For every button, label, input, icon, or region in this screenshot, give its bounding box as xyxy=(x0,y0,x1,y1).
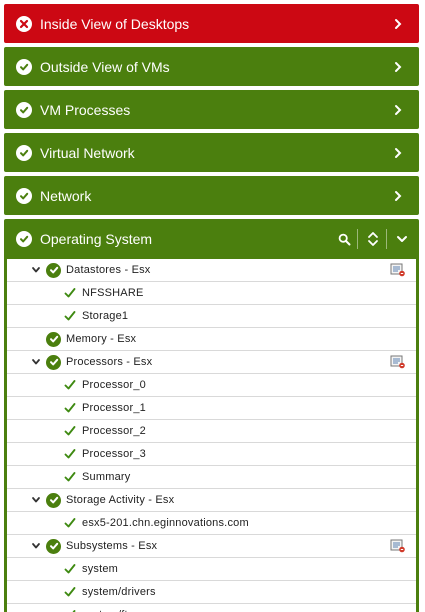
tree-row-label: Processor_2 xyxy=(82,425,146,437)
tree-row-descriptor[interactable]: system xyxy=(7,558,416,581)
tree-row-label: system/drivers xyxy=(82,586,156,598)
section-title: VM Processes xyxy=(40,101,131,118)
section-header-network[interactable]: Network xyxy=(4,176,419,215)
toolbar-divider xyxy=(357,229,358,249)
tree-row-descriptor[interactable]: Summary xyxy=(7,466,416,489)
expand-chevron-icon[interactable] xyxy=(31,541,41,551)
tree-row-label: system xyxy=(82,563,119,575)
sort-icon[interactable] xyxy=(364,228,382,250)
section-title: Outside View of VMs xyxy=(40,58,170,75)
tree-row-label: NFSSHARE xyxy=(82,287,144,299)
section-title: Network xyxy=(40,187,92,204)
section-header-inside-view-of-desktops[interactable]: Inside View of Desktops xyxy=(4,4,419,43)
section-header-vm-processes[interactable]: VM Processes xyxy=(4,90,419,129)
ok-icon xyxy=(16,58,32,75)
expand-chevron-icon[interactable] xyxy=(31,495,41,505)
check-icon xyxy=(64,472,76,482)
collapse-chevron-icon[interactable] xyxy=(393,228,411,250)
check-icon xyxy=(64,288,76,298)
tree-row-descriptor[interactable]: NFSSHARE xyxy=(7,282,416,305)
tree-row-label: Storage Activity - Esx xyxy=(66,494,175,506)
tree-row-test[interactable]: Memory - Esx xyxy=(7,328,416,351)
report-icon[interactable] xyxy=(390,355,406,369)
error-icon xyxy=(16,15,32,32)
ok-icon xyxy=(16,101,32,118)
tree-row-descriptor[interactable]: Storage1 xyxy=(7,305,416,328)
report-icon[interactable] xyxy=(390,539,406,553)
ok-icon xyxy=(16,231,32,247)
tree-row-label: Storage1 xyxy=(82,310,129,322)
check-icon xyxy=(64,311,76,321)
check-icon xyxy=(64,403,76,413)
tree-row-descriptor[interactable]: Processor_3 xyxy=(7,443,416,466)
tree-row-test[interactable]: Datastores - Esx xyxy=(7,259,416,282)
tree-row-label: Subsystems - Esx xyxy=(66,540,158,552)
chevron-right-icon xyxy=(395,190,402,201)
check-icon xyxy=(64,564,76,574)
tree-row-descriptor[interactable]: system/ft xyxy=(7,604,416,612)
chevron-right-icon xyxy=(395,147,402,158)
section-header-outside-view-of-vms[interactable]: Outside View of VMs xyxy=(4,47,419,86)
section-toolbar xyxy=(329,228,411,250)
section-header-virtual-network[interactable]: Virtual Network xyxy=(4,133,419,172)
tree-row-test[interactable]: Subsystems - Esx xyxy=(7,535,416,558)
ok-status-icon xyxy=(46,492,61,508)
tree-row-label: Memory - Esx xyxy=(66,333,137,345)
tree-row-descriptor[interactable]: Processor_1 xyxy=(7,397,416,420)
section-header-operating-system[interactable]: Operating System xyxy=(4,219,419,259)
check-icon xyxy=(64,518,76,528)
tree-row-label: Summary xyxy=(82,471,131,483)
ok-status-icon xyxy=(46,331,61,347)
report-icon[interactable] xyxy=(390,263,406,277)
tree-row-label: Datastores - Esx xyxy=(66,264,151,276)
chevron-right-icon xyxy=(395,104,402,115)
chevron-right-icon xyxy=(395,61,402,72)
ok-status-icon xyxy=(46,354,61,370)
section-panel-operating-system: Operating System Datastores - Esx NFSSHAR… xyxy=(4,219,419,612)
component-tree: Datastores - Esx NFSSHARE Storage1 Memory -… xyxy=(7,259,416,612)
ok-icon xyxy=(16,144,32,161)
tree-row-label: Processor_3 xyxy=(82,448,146,460)
chevron-right-icon xyxy=(395,18,402,29)
tree-row-descriptor[interactable]: Processor_2 xyxy=(7,420,416,443)
tree-row-descriptor[interactable]: esx5-201.chn.eginnovations.com xyxy=(7,512,416,535)
tree-row-test[interactable]: Processors - Esx xyxy=(7,351,416,374)
tree-row-label: Processor_0 xyxy=(82,379,146,391)
check-icon xyxy=(64,587,76,597)
check-icon xyxy=(64,426,76,436)
section-title: Operating System xyxy=(40,231,153,247)
section-title: Inside View of Desktops xyxy=(40,15,190,32)
toolbar-divider xyxy=(386,229,387,249)
tree-row-label: Processors - Esx xyxy=(66,356,153,368)
tree-row-label: Processor_1 xyxy=(82,402,146,414)
tree-row-test[interactable]: Storage Activity - Esx xyxy=(7,489,416,512)
expand-chevron-icon[interactable] xyxy=(31,357,41,367)
check-icon xyxy=(64,449,76,459)
ok-status-icon xyxy=(46,538,61,554)
tree-row-label: esx5-201.chn.eginnovations.com xyxy=(82,517,249,529)
expand-chevron-icon[interactable] xyxy=(31,265,41,275)
check-icon xyxy=(64,380,76,390)
tree-row-descriptor[interactable]: system/drivers xyxy=(7,581,416,604)
search-icon[interactable] xyxy=(335,228,353,250)
tree-row-descriptor[interactable]: Processor_0 xyxy=(7,374,416,397)
section-title: Virtual Network xyxy=(40,144,135,161)
ok-icon xyxy=(16,187,32,204)
ok-status-icon xyxy=(46,262,61,278)
